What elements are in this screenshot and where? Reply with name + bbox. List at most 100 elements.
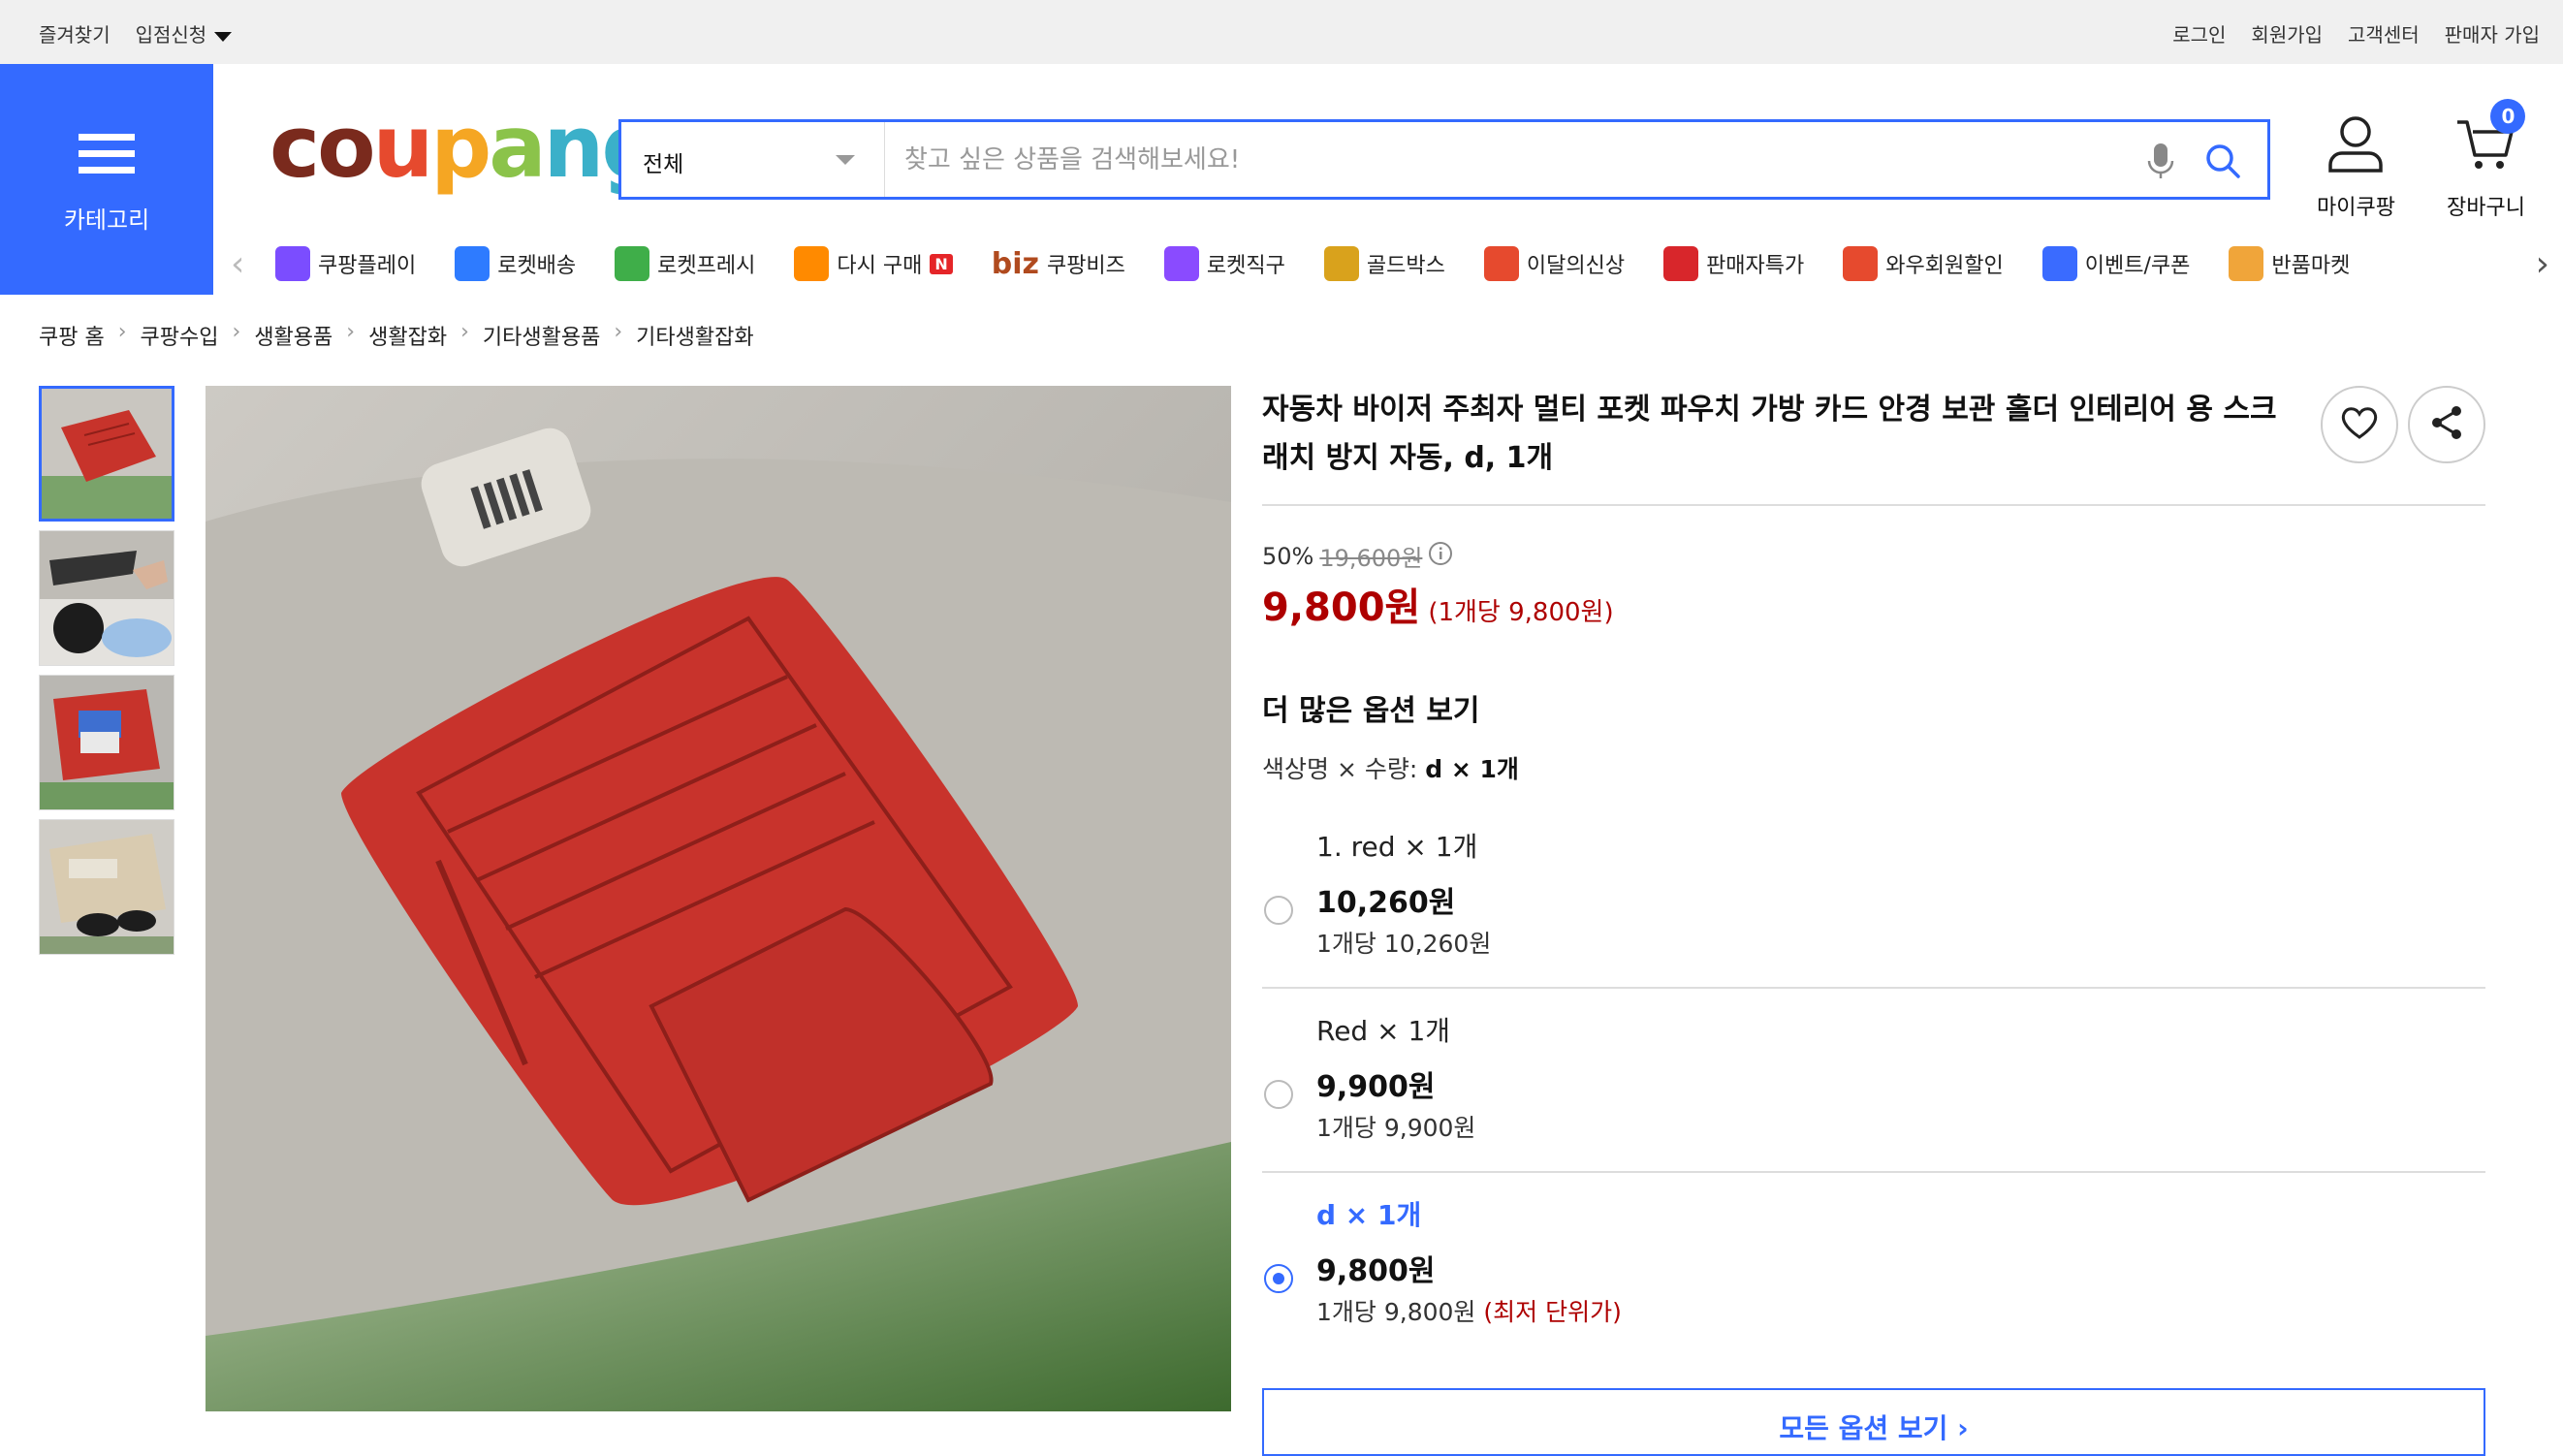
- coupang-logo[interactable]: coupang: [269, 105, 662, 190]
- sale-price: 9,800원: [1262, 586, 1421, 630]
- divider: [1262, 1171, 2485, 1173]
- option-unit-price-text: 1개당 9,800원: [1316, 1298, 1476, 1326]
- customer-center-link[interactable]: 고객센터: [2348, 19, 2420, 47]
- option-radio-selected[interactable]: [1264, 1264, 1293, 1293]
- nav-item[interactable]: 이벤트/쿠폰: [2041, 246, 2191, 281]
- wow-icon: [1843, 246, 1879, 281]
- divider: [1262, 987, 2485, 989]
- nav-item-label: 이벤트/쿠폰: [2084, 254, 2191, 278]
- signup-link[interactable]: 회원가입: [2251, 19, 2323, 47]
- nav-item-label: 로켓배송: [497, 254, 577, 278]
- option-item-red[interactable]: 1. red × 1개 10,260원 1개당 10,260원: [1262, 826, 2485, 1010]
- discount-rate: 50%: [1262, 542, 1314, 570]
- microphone-icon[interactable]: [2143, 142, 2178, 184]
- global-rocket-icon: [1163, 246, 1199, 281]
- info-icon[interactable]: [1428, 541, 1453, 572]
- nav-prev-arrow-icon[interactable]: ‹: [231, 244, 244, 284]
- play-icon: [275, 246, 310, 281]
- search-scope-select[interactable]: 전체: [621, 122, 885, 197]
- unit-price: (1개당 9,800원): [1428, 598, 1614, 627]
- option-item-d[interactable]: d × 1개 9,800원 1개당 9,800원 (최저 단위가): [1262, 1194, 2485, 1378]
- chevron-right-icon: ›: [232, 320, 241, 344]
- thumbnail-image[interactable]: [39, 530, 174, 666]
- option-name: 1. red × 1개: [1316, 831, 1478, 863]
- chevron-down-icon: [836, 155, 855, 165]
- nav-item[interactable]: 와우회원할인: [1843, 246, 2004, 281]
- nav-item-label: 쿠팡플레이: [318, 254, 417, 278]
- option-price: 10,260원: [1316, 886, 1456, 920]
- divider: [1262, 504, 2485, 506]
- nav-next-arrow-icon[interactable]: ›: [2536, 244, 2549, 284]
- rocket-fresh-icon: [615, 246, 650, 281]
- thumbnail-image[interactable]: [39, 386, 174, 522]
- mypage-label: 마이쿠팡: [2317, 196, 2395, 220]
- user-icon: [2326, 114, 2385, 180]
- chevron-right-icon: ›: [614, 320, 623, 344]
- breadcrumb: 쿠팡 홈 › 쿠팡수입 › 생활용품 › 생활잡화 › 기타생활용품 › 기타생활잡화: [39, 320, 754, 351]
- nav-item[interactable]: 로켓프레시: [615, 246, 755, 281]
- chevron-right-icon: ›: [346, 320, 356, 344]
- option-unit-price: 1개당 9,900원: [1316, 1114, 1476, 1142]
- nav-item-label: 다시 구매: [837, 254, 923, 278]
- lowest-unit-price-badge: (최저 단위가): [1483, 1298, 1622, 1326]
- option-radio[interactable]: [1264, 1080, 1293, 1109]
- thumbnail-image[interactable]: [39, 819, 174, 955]
- nav-item[interactable]: 다시 구매 N: [794, 246, 953, 281]
- nav-item-label: 반품마켓: [2271, 254, 2351, 278]
- all-options-button[interactable]: 모든 옵션 보기 ›: [1262, 1388, 2485, 1456]
- cart-label: 장바구니: [2447, 196, 2525, 220]
- option-item-red-2[interactable]: Red × 1개 9,900원 1개당 9,900원: [1262, 1010, 2485, 1194]
- share-button[interactable]: [2408, 386, 2485, 463]
- category-label: 카테고리: [63, 206, 150, 234]
- mypage-button[interactable]: 마이쿠팡: [2317, 114, 2395, 221]
- cart-button[interactable]: 0 장바구니: [2447, 99, 2526, 221]
- original-price: 19,600원: [1319, 545, 1423, 572]
- nav-item-label: 쿠팡비즈: [1046, 254, 1125, 278]
- login-link[interactable]: 로그인: [2172, 19, 2226, 47]
- nav-item[interactable]: biz 쿠팡비즈: [992, 246, 1125, 281]
- nav-item[interactable]: 로켓배송: [455, 246, 576, 281]
- breadcrumb-link[interactable]: 쿠팡 홈: [39, 320, 105, 351]
- nav-item[interactable]: 로켓직구: [1163, 246, 1285, 281]
- nav-item[interactable]: 쿠팡플레이: [275, 246, 416, 281]
- nav-item[interactable]: 골드박스: [1323, 246, 1445, 281]
- category-nav: ‹ 쿠팡플레이 로켓배송 로켓프레시 다시 구매 N biz 쿠팡비즈 로켓직구 골드박스 이달의…: [213, 233, 2563, 295]
- nav-item-label: 골드박스: [1366, 254, 1445, 278]
- rocket-icon: [455, 246, 490, 281]
- product-title: 자동차 바이저 주최자 멀티 포켓 파우치 가방 카드 안경 보관 홀더 인테리…: [1262, 393, 2277, 475]
- option-summary-label: 색상명 × 수량:: [1262, 755, 1418, 783]
- nav-item-label: 로켓프레시: [657, 254, 756, 278]
- search-input[interactable]: [885, 122, 2126, 197]
- seller-signup-link[interactable]: 판매자 가입: [2445, 19, 2540, 47]
- option-radio[interactable]: [1264, 896, 1293, 925]
- option-unit-price: 1개당 9,800원 (최저 단위가): [1316, 1293, 1622, 1328]
- basket-icon: [794, 246, 830, 281]
- thumbnail-image[interactable]: [39, 675, 174, 810]
- chevron-right-icon: ›: [117, 320, 127, 344]
- main-product-image[interactable]: [206, 386, 1231, 1411]
- biz-logo: biz: [991, 246, 1039, 281]
- seller-apply-label: 입점신청: [135, 23, 207, 47]
- more-options-heading: 더 많은 옵션 보기: [1262, 694, 1480, 728]
- nav-item[interactable]: 판매자특가: [1663, 246, 1804, 281]
- breadcrumb-link[interactable]: 생활잡화: [368, 320, 447, 351]
- bookmark-link[interactable]: 즐겨찾기: [39, 19, 111, 47]
- option-name: Red × 1개: [1316, 1015, 1451, 1047]
- search-icon[interactable]: [2203, 142, 2242, 184]
- sale-price-row: 9,800원 (1개당 9,800원): [1262, 576, 1614, 632]
- seller-apply-menu[interactable]: 입점신청: [136, 19, 233, 47]
- nav-item-label: 와우회원할인: [1885, 254, 2004, 278]
- breadcrumb-link[interactable]: 쿠팡수입: [141, 320, 219, 351]
- wishlist-button[interactable]: [2321, 386, 2398, 463]
- breadcrumb-link[interactable]: 기타생활용품: [483, 320, 600, 351]
- breadcrumb-link[interactable]: 생활용품: [254, 320, 332, 351]
- breadcrumb-link[interactable]: 기타생활잡화: [636, 320, 753, 351]
- coupon-icon: [2041, 246, 2077, 281]
- nav-item-label: 이달의신상: [1526, 254, 1626, 278]
- nav-item[interactable]: 반품마켓: [2229, 246, 2350, 281]
- category-menu-button[interactable]: 카테고리: [0, 64, 213, 295]
- option-summary-value: d × 1개: [1425, 755, 1519, 783]
- utility-bar: 즐겨찾기 입점신청 로그인 회원가입 고객센터 판매자 가입: [0, 0, 2563, 64]
- nav-item[interactable]: 이달의신상: [1483, 246, 1626, 281]
- cart-count-badge: 0: [2490, 99, 2526, 134]
